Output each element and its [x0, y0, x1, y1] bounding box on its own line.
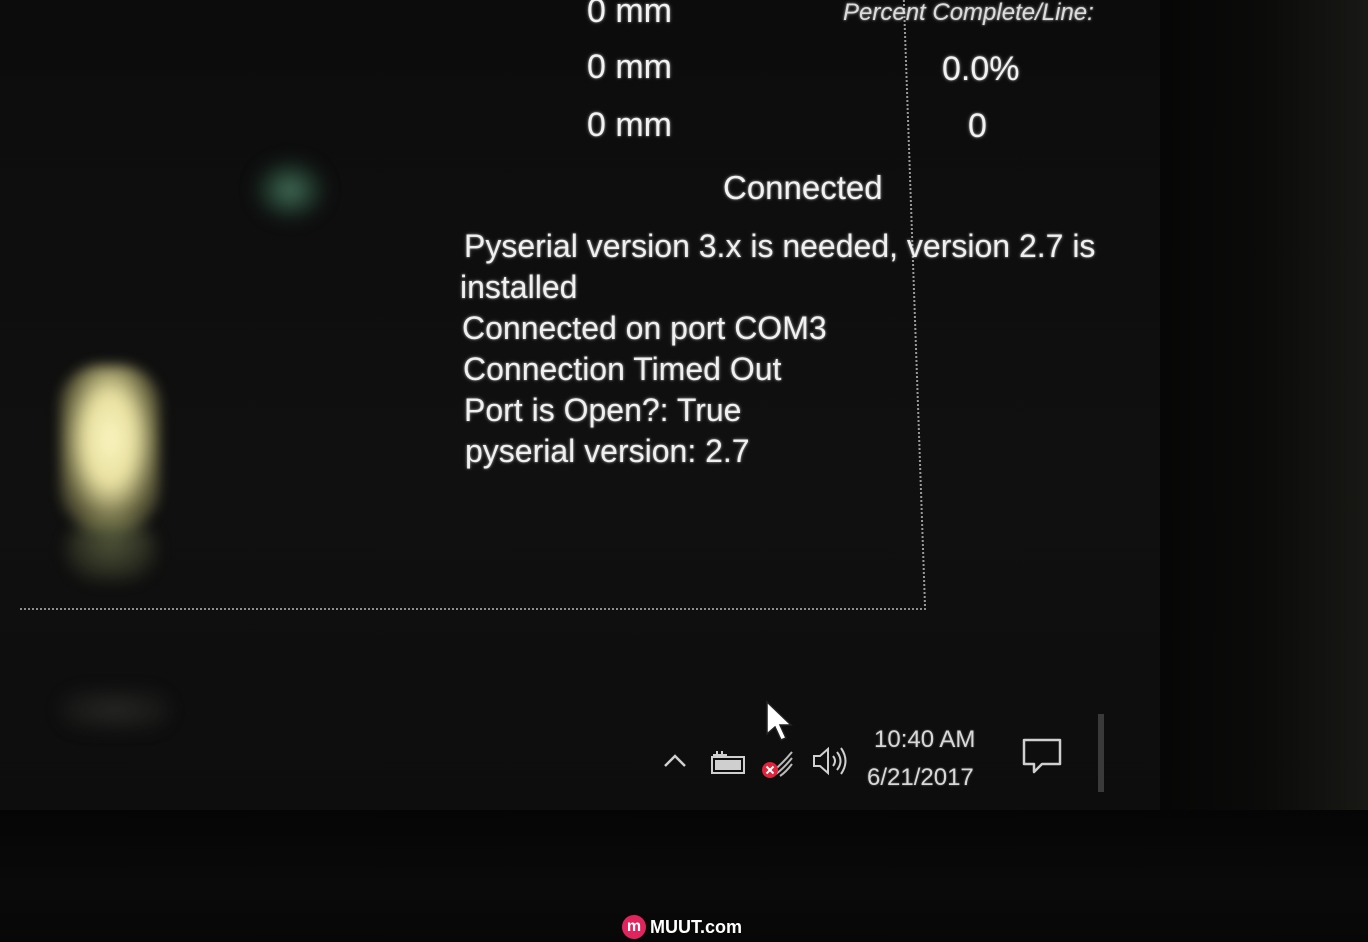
background-reflection-green	[255, 160, 325, 220]
chevron-up-icon[interactable]	[662, 748, 688, 774]
watermark-logo-icon: m	[622, 915, 646, 939]
mouse-cursor-icon	[764, 700, 796, 744]
percent-complete-value: 0.0%	[942, 50, 1020, 88]
monitor-bezel-right	[1160, 0, 1368, 810]
position-readout-x: 0 mm	[587, 0, 672, 30]
log-line: Port is Open?: True	[464, 392, 742, 428]
show-desktop-button[interactable]	[1098, 714, 1104, 792]
taskbar-clock-time[interactable]: 10:40 AM	[874, 726, 975, 754]
panel-divider-horizontal	[20, 608, 926, 610]
log-line: pyserial version: 2.7	[465, 433, 750, 469]
connection-status: Connected	[723, 169, 883, 206]
watermark: m MUUT.com	[622, 913, 742, 941]
watermark-text: MUUT.com	[650, 916, 743, 937]
log-line: Connected on port COM3	[462, 310, 827, 346]
log-line: installed	[460, 269, 578, 305]
console-log: Pyserial version 3.x is needed, version …	[460, 226, 1150, 472]
background-reflection-light	[60, 365, 160, 530]
wifi-disconnected-icon[interactable]	[758, 744, 798, 780]
monitor-screen: 0 mm 0 mm 0 mm Percent Complete/Line: 0.…	[0, 0, 1160, 810]
taskbar: 10:40 AM 6/21/2017	[0, 690, 1160, 810]
photo-frame: 0 mm 0 mm 0 mm Percent Complete/Line: 0.…	[0, 0, 1368, 942]
position-readout-z: 0 mm	[587, 106, 672, 144]
log-line: Pyserial version 3.x is needed, version …	[464, 228, 1096, 264]
log-line: Connection Timed Out	[463, 351, 782, 387]
action-center-icon[interactable]	[1020, 736, 1064, 778]
line-number-value: 0	[968, 107, 987, 145]
volume-icon[interactable]	[810, 744, 850, 778]
background-reflection-light-lower	[66, 520, 156, 580]
percent-complete-header: Percent Complete/Line:	[843, 0, 1094, 26]
position-readout-y: 0 mm	[587, 48, 672, 86]
taskbar-clock-date[interactable]: 6/21/2017	[867, 764, 974, 792]
battery-icon[interactable]	[708, 748, 748, 776]
